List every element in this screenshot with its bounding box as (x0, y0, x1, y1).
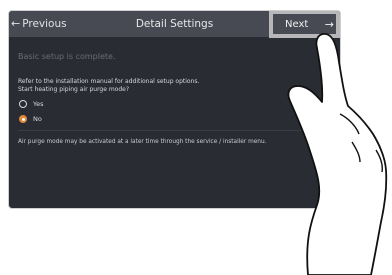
setup-complete-text: Basic setup is complete. (18, 52, 116, 61)
air-purge-note: Air purge mode may be activated at a lat… (18, 139, 267, 145)
option-yes[interactable]: Yes (19, 100, 44, 108)
next-label: Next (285, 18, 309, 30)
option-no-label: No (33, 115, 42, 123)
instruction-text-1: Refer to the installation manual for add… (18, 78, 200, 85)
device-screen: ← Previous Detail Settings Next → Basic … (8, 10, 341, 209)
previous-label: Previous (22, 18, 67, 30)
option-no[interactable]: No (19, 115, 42, 123)
divider (18, 130, 332, 131)
previous-button[interactable]: ← Previous (9, 11, 69, 37)
instruction-text-2: Start heating piping air purge mode? (18, 86, 130, 93)
radio-no[interactable] (19, 115, 27, 123)
radio-yes[interactable] (19, 100, 27, 108)
option-yes-label: Yes (33, 100, 44, 108)
arrow-right-icon: → (324, 17, 334, 31)
arrow-left-icon: ← (11, 17, 21, 30)
header-bar: ← Previous Detail Settings Next → (9, 11, 340, 38)
next-button[interactable]: Next → (269, 11, 340, 38)
